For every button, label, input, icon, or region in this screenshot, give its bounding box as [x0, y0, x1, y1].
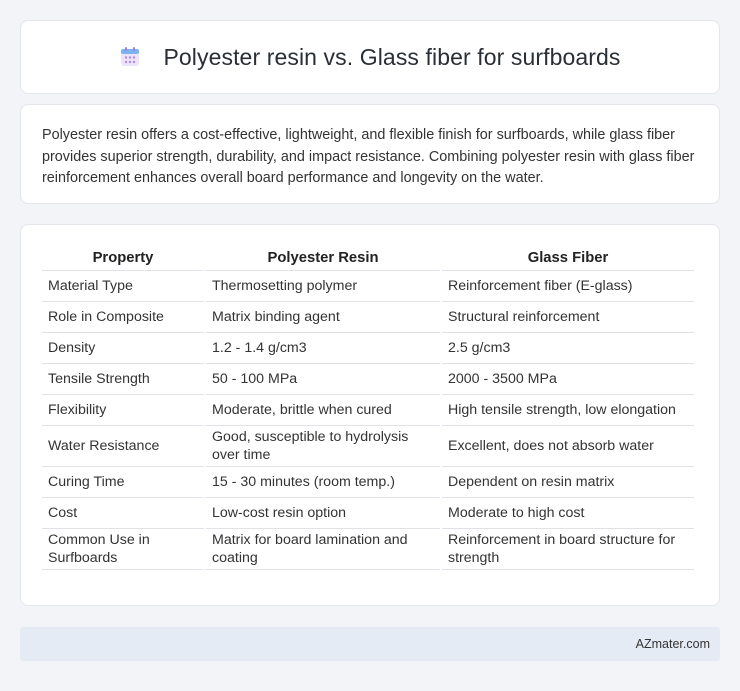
calendar-icon — [119, 46, 141, 68]
table-row: Common Use in Surfboards Matrix for boar… — [42, 529, 694, 570]
title-wrap: Polyester resin vs. Glass fiber for surf… — [119, 44, 620, 71]
comparison-table: Property Polyester Resin Glass Fiber Mat… — [40, 245, 696, 570]
polyester-cell: Matrix binding agent — [206, 302, 440, 333]
property-cell: Curing Time — [42, 467, 204, 498]
glass-fiber-cell: Reinforcement in board structure for str… — [442, 529, 694, 570]
header-glass-fiber: Glass Fiber — [442, 245, 694, 271]
polyester-cell: 15 - 30 minutes (room temp.) — [206, 467, 440, 498]
table-row: Role in Composite Matrix binding agent S… — [42, 302, 694, 333]
glass-fiber-cell: Structural reinforcement — [442, 302, 694, 333]
summary-card: Polyester resin offers a cost-effective,… — [20, 104, 720, 204]
property-cell: Density — [42, 333, 204, 364]
glass-fiber-cell: Moderate to high cost — [442, 498, 694, 529]
polyester-cell: 50 - 100 MPa — [206, 364, 440, 395]
summary-text: Polyester resin offers a cost-effective,… — [42, 127, 695, 186]
table-row: Cost Low-cost resin option Moderate to h… — [42, 498, 694, 529]
glass-fiber-cell: Reinforcement fiber (E-glass) — [442, 271, 694, 302]
property-cell: Common Use in Surfboards — [42, 529, 204, 570]
glass-fiber-cell: 2.5 g/cm3 — [442, 333, 694, 364]
table-row: Curing Time 15 - 30 minutes (room temp.)… — [42, 467, 694, 498]
property-cell: Water Resistance — [42, 426, 204, 467]
property-cell: Tensile Strength — [42, 364, 204, 395]
header-property: Property — [42, 245, 204, 271]
footer-site-name: AZmater.com — [635, 637, 710, 651]
property-cell: Material Type — [42, 271, 204, 302]
polyester-cell: 1.2 - 1.4 g/cm3 — [206, 333, 440, 364]
table-header-row: Property Polyester Resin Glass Fiber — [42, 245, 694, 271]
page-title: Polyester resin vs. Glass fiber for surf… — [163, 43, 621, 70]
table-card: Property Polyester Resin Glass Fiber Mat… — [20, 224, 720, 606]
polyester-cell: Thermosetting polymer — [206, 271, 440, 302]
table-row: Material Type Thermosetting polymer Rein… — [42, 271, 694, 302]
table-row: Density 1.2 - 1.4 g/cm3 2.5 g/cm3 — [42, 333, 694, 364]
property-cell: Cost — [42, 498, 204, 529]
polyester-cell: Matrix for board lamination and coating — [206, 529, 440, 570]
property-cell: Role in Composite — [42, 302, 204, 333]
table-row: Water Resistance Good, susceptible to hy… — [42, 426, 694, 467]
glass-fiber-cell: 2000 - 3500 MPa — [442, 364, 694, 395]
glass-fiber-cell: High tensile strength, low elongation — [442, 395, 694, 426]
table-row: Tensile Strength 50 - 100 MPa 2000 - 350… — [42, 364, 694, 395]
footer-bar: AZmater.com — [20, 627, 720, 661]
header-polyester-resin: Polyester Resin — [206, 245, 440, 271]
table-row: Flexibility Moderate, brittle when cured… — [42, 395, 694, 426]
glass-fiber-cell: Excellent, does not absorb water — [442, 426, 694, 467]
polyester-cell: Low-cost resin option — [206, 498, 440, 529]
property-cell: Flexibility — [42, 395, 204, 426]
polyester-cell: Moderate, brittle when cured — [206, 395, 440, 426]
glass-fiber-cell: Dependent on resin matrix — [442, 467, 694, 498]
title-card: Polyester resin vs. Glass fiber for surf… — [20, 20, 720, 94]
polyester-cell: Good, susceptible to hydrolysis over tim… — [206, 426, 440, 467]
